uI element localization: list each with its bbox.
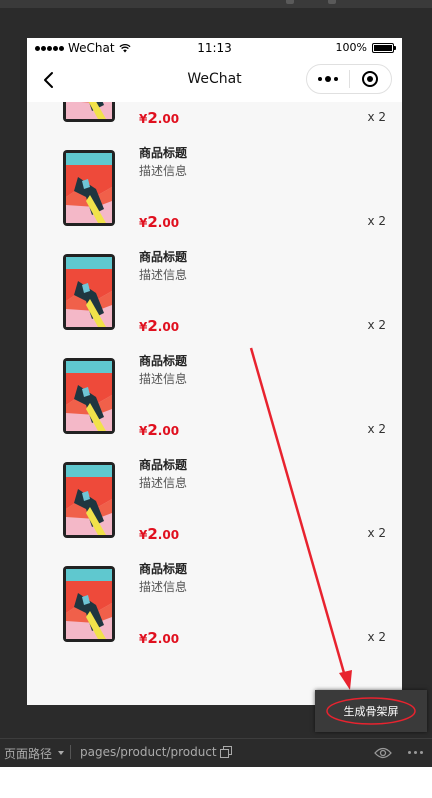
list-item[interactable]: 商品标题 描述信息 ¥2.00 x 2 bbox=[27, 448, 402, 552]
product-image bbox=[45, 144, 133, 232]
product-description: 描述信息 bbox=[139, 372, 188, 386]
divider bbox=[70, 745, 71, 759]
product-image bbox=[45, 560, 133, 648]
close-miniprogram-icon[interactable] bbox=[349, 65, 391, 93]
price-decimal: .00 bbox=[157, 424, 180, 438]
bottom-panel bbox=[0, 767, 432, 798]
status-bar: WeChat 11:13 100% bbox=[27, 38, 402, 58]
price-decimal: .00 bbox=[157, 320, 180, 334]
chevron-down-icon[interactable] bbox=[58, 751, 64, 755]
more-options-icon[interactable] bbox=[307, 65, 349, 93]
navigation-bar: WeChat bbox=[27, 58, 402, 102]
devtools-top-strip bbox=[0, 0, 432, 8]
skeleton-popup: 生成骨架屏 bbox=[315, 690, 427, 732]
product-price: ¥2.00 bbox=[139, 108, 179, 127]
battery-percent: 100% bbox=[335, 41, 367, 54]
tablet-artwork-icon bbox=[63, 150, 115, 226]
product-title: 商品标题 bbox=[139, 354, 188, 368]
price-decimal: .00 bbox=[157, 112, 180, 126]
product-image bbox=[45, 102, 133, 128]
price-integer: 2 bbox=[147, 213, 158, 231]
product-list[interactable]: 商品标题 描述信息 ¥2.00 x 2 商品标题 描述信息 ¥2.00 x 2 bbox=[27, 102, 402, 705]
product-price: ¥2.00 bbox=[139, 212, 179, 231]
tablet-artwork-icon bbox=[63, 358, 115, 434]
status-right: 100% bbox=[335, 41, 396, 54]
price-decimal: .00 bbox=[157, 216, 180, 230]
list-item[interactable]: 商品标题 描述信息 ¥2.00 x 2 bbox=[27, 344, 402, 448]
product-image bbox=[45, 248, 133, 336]
devtools-status-bar: 页面路径 pages/product/product bbox=[0, 738, 432, 767]
product-price: ¥2.00 bbox=[139, 524, 179, 543]
generate-skeleton-button[interactable]: 生成骨架屏 bbox=[323, 696, 419, 726]
product-description: 描述信息 bbox=[139, 580, 188, 594]
eye-icon[interactable] bbox=[374, 746, 392, 760]
list-item[interactable]: 商品标题 描述信息 ¥2.00 x 2 bbox=[27, 102, 402, 136]
price-integer: 2 bbox=[147, 317, 158, 335]
product-quantity: x 2 bbox=[367, 526, 386, 540]
product-price: ¥2.00 bbox=[139, 316, 179, 335]
product-description: 描述信息 bbox=[139, 476, 188, 490]
product-description: 描述信息 bbox=[139, 268, 188, 282]
product-quantity: x 2 bbox=[367, 318, 386, 332]
list-item[interactable]: 商品标题 描述信息 ¥2.00 x 2 bbox=[27, 240, 402, 344]
tablet-artwork-icon bbox=[63, 566, 115, 642]
price-integer: 2 bbox=[147, 421, 158, 439]
product-list-inner: 商品标题 描述信息 ¥2.00 x 2 商品标题 描述信息 ¥2.00 x 2 bbox=[27, 102, 402, 656]
product-title: 商品标题 bbox=[139, 146, 188, 160]
product-quantity: x 2 bbox=[367, 110, 386, 124]
price-decimal: .00 bbox=[157, 528, 180, 542]
product-title: 商品标题 bbox=[139, 250, 188, 264]
product-price: ¥2.00 bbox=[139, 628, 179, 647]
tablet-artwork-icon bbox=[63, 254, 115, 330]
page-path-value: pages/product/product bbox=[80, 745, 217, 759]
price-integer: 2 bbox=[147, 109, 158, 127]
price-decimal: .00 bbox=[157, 632, 180, 646]
product-quantity: x 2 bbox=[367, 422, 386, 436]
product-quantity: x 2 bbox=[367, 214, 386, 228]
more-horizontal-icon[interactable] bbox=[408, 751, 423, 754]
product-image bbox=[45, 456, 133, 544]
product-image bbox=[45, 352, 133, 440]
menu-capsule bbox=[306, 64, 392, 94]
tablet-artwork-icon bbox=[63, 462, 115, 538]
list-item[interactable]: 商品标题 描述信息 ¥2.00 x 2 bbox=[27, 136, 402, 240]
copy-icon[interactable] bbox=[220, 746, 232, 758]
battery-icon bbox=[372, 42, 396, 53]
toolbar-handle bbox=[286, 0, 294, 4]
price-integer: 2 bbox=[147, 629, 158, 647]
product-description: 描述信息 bbox=[139, 164, 188, 178]
tablet-artwork-icon bbox=[63, 102, 115, 122]
page-path-label[interactable]: 页面路径 bbox=[4, 745, 52, 762]
phone-simulator: WeChat 11:13 100% WeChat ¥2.00 x 2 商品标题 … bbox=[27, 38, 402, 705]
price-integer: 2 bbox=[147, 525, 158, 543]
list-item[interactable]: 商品标题 描述信息 ¥2.00 x 2 bbox=[27, 552, 402, 656]
product-title: 商品标题 bbox=[139, 562, 188, 576]
toolbar-handle bbox=[328, 0, 336, 4]
product-price: ¥2.00 bbox=[139, 420, 179, 439]
product-quantity: x 2 bbox=[367, 630, 386, 644]
product-title: 商品标题 bbox=[139, 458, 188, 472]
